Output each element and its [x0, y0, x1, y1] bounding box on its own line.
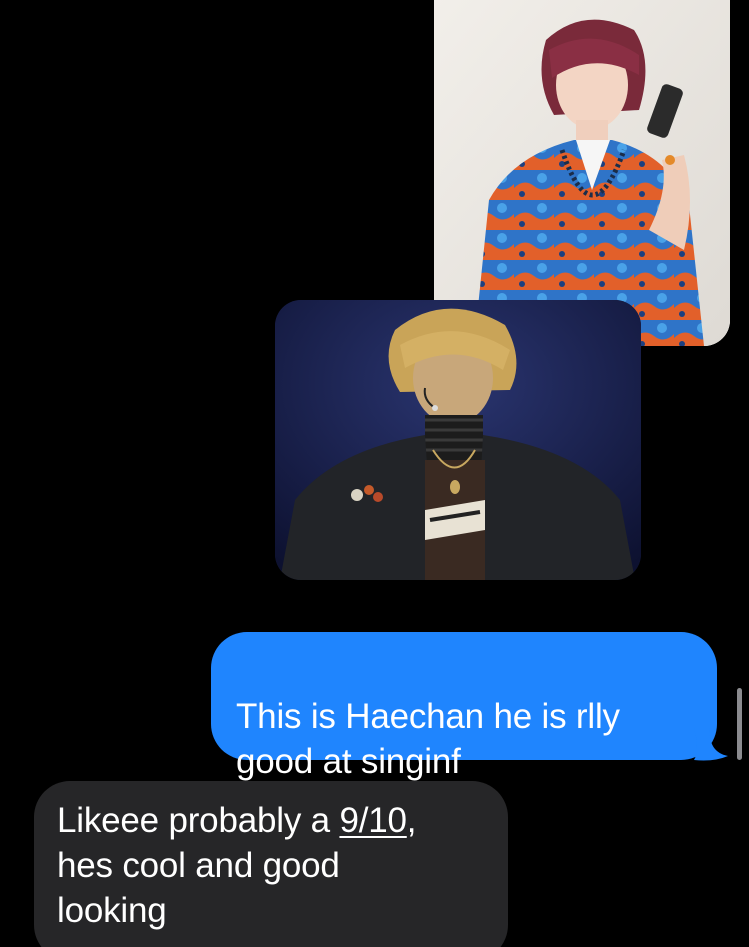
- rating-link[interactable]: 9/10: [339, 801, 407, 840]
- photo-attachment-1[interactable]: [434, 0, 730, 346]
- photo-1-image: [434, 0, 730, 346]
- received-message-bubble[interactable]: Likeee probably a 9/10, hes cool and goo…: [34, 781, 508, 947]
- sent-bubble-tail: [694, 728, 728, 761]
- photo-attachment-2[interactable]: [275, 300, 641, 580]
- sent-message-bubble[interactable]: This is Haechan he is rlly good at singi…: [211, 632, 717, 781]
- scroll-indicator[interactable]: [737, 688, 742, 760]
- messages-screen: This is Haechan he is rlly good at singi…: [0, 0, 749, 947]
- received-message-text-start: Likeee probably a: [57, 801, 340, 840]
- photo-2-image: [275, 300, 641, 580]
- sent-message-text: This is Haechan he is rlly good at singi…: [236, 697, 620, 781]
